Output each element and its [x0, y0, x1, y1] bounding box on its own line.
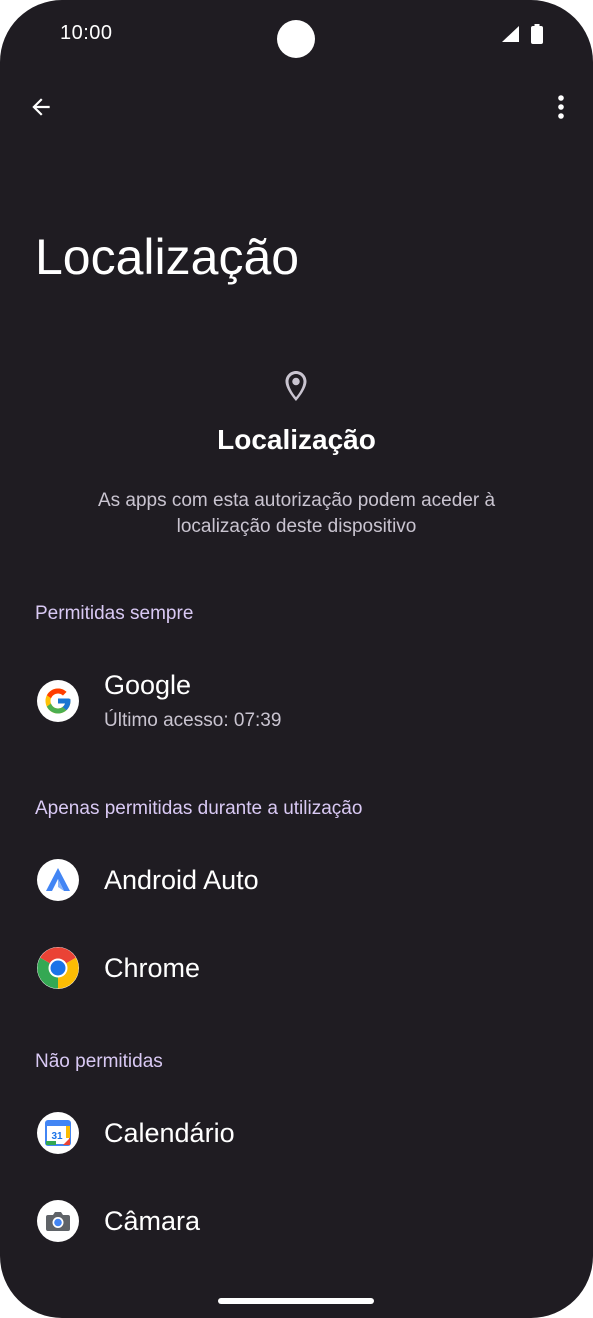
chrome-icon [37, 947, 79, 989]
more-vert-icon [558, 95, 564, 119]
app-name: Google [104, 670, 192, 700]
calendar-date-text: 31 [51, 1131, 63, 1142]
app-item-calendar[interactable]: 31 Calendário [0, 1098, 593, 1168]
section-header-while-in-use: Apenas permitidas durante a utilização [35, 798, 363, 819]
app-last-access: Último acesso: 07:39 [104, 710, 282, 731]
camera-icon [37, 1200, 79, 1242]
app-item-google[interactable]: Google Último acesso: 07:39 [0, 668, 593, 738]
page-title: Localização [35, 229, 300, 285]
arrow-back-icon [32, 98, 50, 116]
app-item-camera[interactable]: Câmara [0, 1186, 593, 1256]
app-name: Câmara [104, 1206, 201, 1236]
app-name: Chrome [104, 953, 201, 983]
calendar-icon: 31 [37, 1112, 79, 1154]
front-camera [277, 20, 315, 58]
battery-icon [531, 24, 543, 44]
section-header-allowed-always: Permitidas sempre [35, 603, 194, 624]
home-gesture-bar[interactable] [218, 1298, 374, 1304]
android-auto-icon [37, 859, 79, 901]
more-options-button[interactable] [546, 88, 576, 126]
status-bar: 10:00 [0, 0, 593, 66]
app-name: Android Auto [104, 865, 259, 895]
app-item-android-auto[interactable]: Android Auto [0, 845, 593, 915]
back-button[interactable] [22, 88, 60, 126]
permission-header-title: Localização [217, 424, 376, 455]
section-header-not-allowed: Não permitidas [35, 1051, 163, 1072]
location-pin-icon [285, 371, 307, 401]
permission-description: As apps com esta autorização podem acede… [97, 490, 496, 537]
app-item-chrome[interactable]: Chrome [0, 933, 593, 1003]
phone-screen: 10:00 Localização Localização As apps co… [0, 0, 593, 1318]
google-icon [37, 680, 79, 722]
status-time: 10:00 [60, 22, 113, 44]
app-name: Calendário [104, 1118, 235, 1148]
signal-icon [502, 26, 519, 42]
